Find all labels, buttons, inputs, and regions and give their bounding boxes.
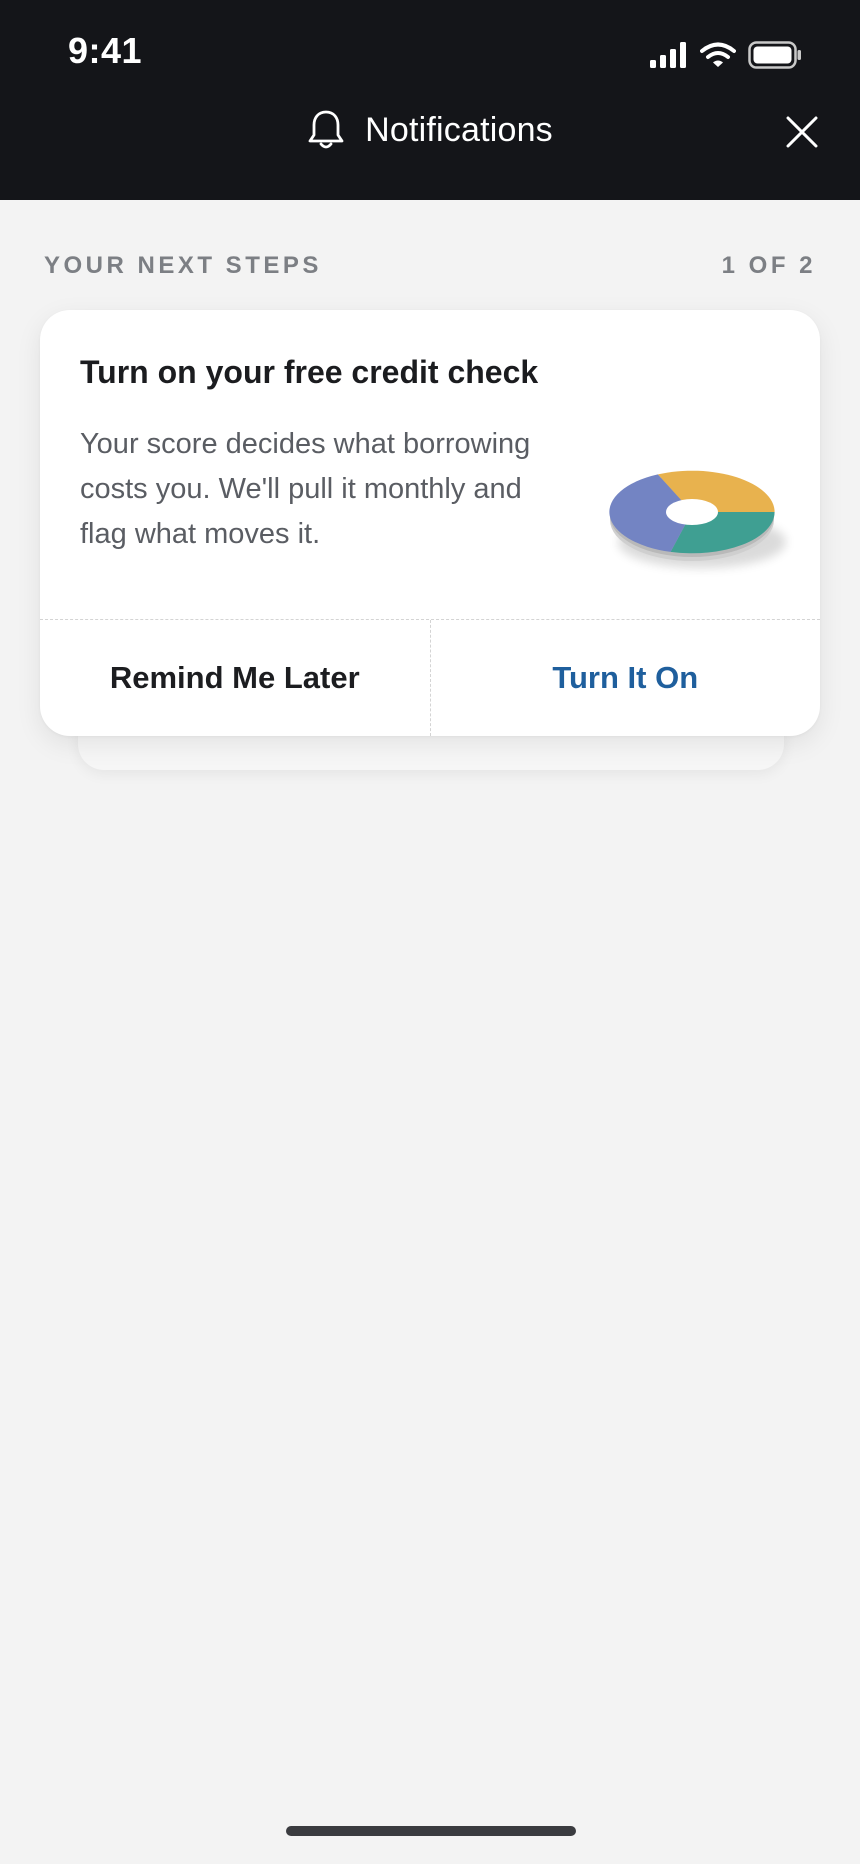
card-actions: Remind Me Later Turn It On xyxy=(40,619,820,736)
card-title: Turn on your free credit check xyxy=(80,354,539,390)
battery-icon xyxy=(748,41,801,69)
step-counter: 1 OF 2 xyxy=(721,252,816,279)
bell-icon xyxy=(308,110,344,149)
remind-me-later-button[interactable]: Remind Me Later xyxy=(40,620,431,736)
home-indicator[interactable] xyxy=(286,1826,576,1836)
section-header: YOUR NEXT STEPS 1 OF 2 xyxy=(44,252,816,280)
section-label: YOUR NEXT STEPS xyxy=(44,252,322,279)
wifi-icon xyxy=(700,42,736,67)
close-button[interactable] xyxy=(780,110,824,154)
page-title: Notifications xyxy=(365,110,553,149)
top-bar: 9:41 Notifications xyxy=(0,0,860,200)
turn-it-on-button[interactable]: Turn It On xyxy=(431,620,821,736)
close-icon xyxy=(786,116,818,148)
pie-chart-icon xyxy=(609,470,786,568)
status-time: 9:41 xyxy=(68,30,143,71)
cellular-signal-icon xyxy=(650,42,686,68)
status-icons xyxy=(650,38,802,72)
next-step-card: Turn on your free credit check Your scor… xyxy=(40,310,820,736)
header-title-group: Notifications xyxy=(0,109,860,151)
card-description: Your score decides what borrowing costs … xyxy=(80,428,531,550)
